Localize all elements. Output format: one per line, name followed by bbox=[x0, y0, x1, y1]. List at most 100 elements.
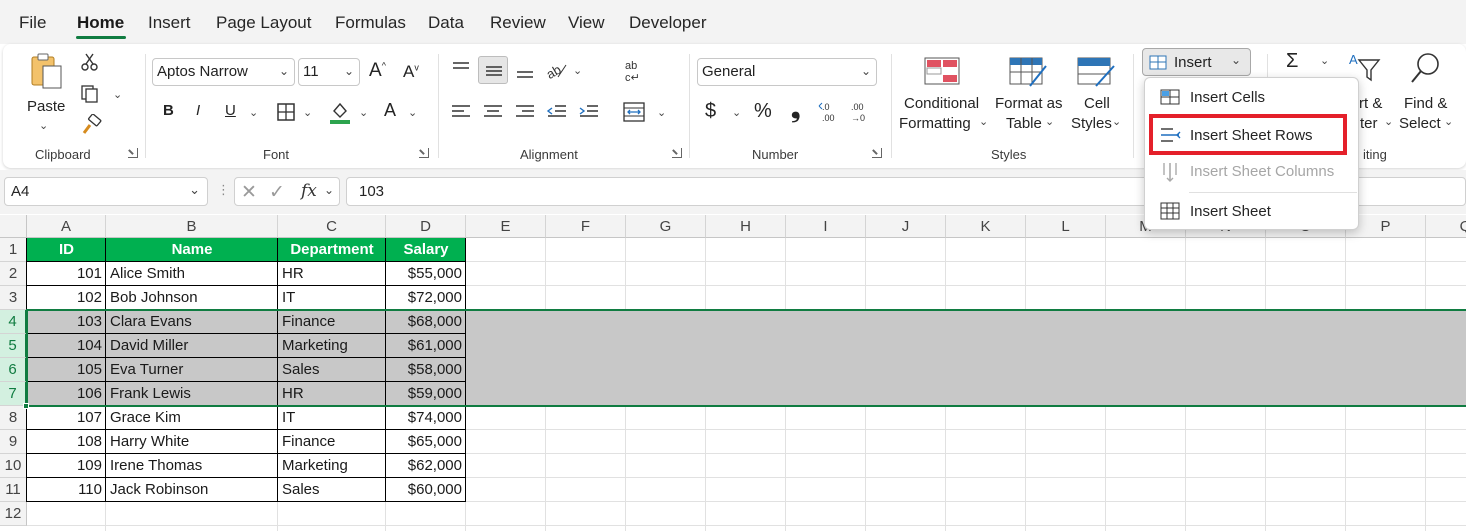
table-cell[interactable]: $65,000 bbox=[386, 430, 466, 454]
increase-indent-icon[interactable] bbox=[578, 102, 600, 127]
table-cell[interactable]: Marketing bbox=[278, 454, 386, 478]
table-header-cell[interactable]: Name bbox=[106, 238, 278, 262]
paste-icon[interactable] bbox=[27, 52, 65, 97]
column-header-q[interactable]: Q bbox=[1426, 215, 1466, 238]
enter-icon[interactable]: ✓ bbox=[269, 181, 285, 204]
table-cell[interactable]: 102 bbox=[27, 286, 106, 310]
clipboard-launcher-icon[interactable] bbox=[128, 148, 138, 158]
format-as-table-icon[interactable] bbox=[1008, 56, 1048, 93]
table-cell[interactable]: $72,000 bbox=[386, 286, 466, 310]
cell-styles-label-1[interactable]: Cell bbox=[1084, 95, 1110, 112]
more-options-icon[interactable]: ⋮ bbox=[217, 182, 230, 198]
row-header-9[interactable]: 9 bbox=[0, 430, 27, 454]
table-cell[interactable]: HR bbox=[278, 262, 386, 286]
decrease-font-icon[interactable]: Av bbox=[403, 62, 419, 82]
table-cell[interactable]: $55,000 bbox=[386, 262, 466, 286]
name-box[interactable]: A4 ⌄ bbox=[4, 177, 208, 206]
table-cell[interactable]: Grace Kim bbox=[106, 406, 278, 430]
table-cell[interactable]: Alice Smith bbox=[106, 262, 278, 286]
table-cell[interactable]: 108 bbox=[27, 430, 106, 454]
insert-button[interactable]: Insert ⌄ bbox=[1142, 48, 1251, 76]
font-launcher-icon[interactable] bbox=[419, 148, 429, 158]
table-cell[interactable]: Finance bbox=[278, 430, 386, 454]
column-header-a[interactable]: A bbox=[27, 215, 106, 238]
conditional-formatting-label-1[interactable]: Conditional bbox=[904, 95, 979, 112]
align-top-icon[interactable] bbox=[450, 60, 472, 83]
column-header-j[interactable]: J bbox=[866, 215, 946, 238]
row-header-12[interactable]: 12 bbox=[0, 502, 27, 526]
sort-filter-dropdown-icon[interactable]: ⌄ bbox=[1384, 115, 1393, 128]
row-header-3[interactable]: 3 bbox=[0, 286, 27, 310]
table-cell[interactable]: IT bbox=[278, 286, 386, 310]
paste-button[interactable]: Paste bbox=[27, 98, 65, 115]
format-painter-icon[interactable] bbox=[80, 113, 102, 141]
find-select-label-1[interactable]: Find & bbox=[1404, 95, 1447, 112]
tab-insert[interactable]: Insert bbox=[148, 13, 191, 33]
row-header-2[interactable]: 2 bbox=[0, 262, 27, 286]
percent-button[interactable]: % bbox=[754, 100, 772, 123]
table-cell[interactable]: $74,000 bbox=[386, 406, 466, 430]
row-header-4[interactable]: 4 bbox=[0, 310, 27, 334]
menu-item-insert-cells[interactable]: Insert Cells bbox=[1145, 80, 1358, 114]
italic-button[interactable]: I bbox=[196, 102, 200, 119]
copy-icon[interactable] bbox=[80, 84, 102, 109]
cut-icon[interactable] bbox=[80, 52, 100, 77]
table-cell[interactable]: Jack Robinson bbox=[106, 478, 278, 502]
cell-styles-icon[interactable] bbox=[1076, 56, 1116, 93]
column-header-i[interactable]: I bbox=[786, 215, 866, 238]
row-header-1[interactable]: 1 bbox=[0, 238, 27, 262]
column-header-k[interactable]: K bbox=[946, 215, 1026, 238]
wrap-text-icon[interactable]: ab c↵ bbox=[623, 58, 647, 89]
align-middle-icon[interactable] bbox=[478, 56, 508, 84]
chevron-down-icon[interactable]: ⌄ bbox=[324, 183, 334, 197]
select-all-corner[interactable] bbox=[0, 215, 27, 238]
table-cell[interactable]: Harry White bbox=[106, 430, 278, 454]
table-cell[interactable]: Bob Johnson bbox=[106, 286, 278, 310]
table-header-cell[interactable]: ID bbox=[27, 238, 106, 262]
tab-developer[interactable]: Developer bbox=[629, 13, 707, 33]
currency-dropdown-icon[interactable]: ⌄ bbox=[732, 106, 741, 119]
table-cell[interactable]: 110 bbox=[27, 478, 106, 502]
row-header-5[interactable]: 5 bbox=[0, 334, 27, 358]
copy-dropdown-icon[interactable]: ⌄ bbox=[113, 88, 122, 101]
table-header-cell[interactable]: Department bbox=[278, 238, 386, 262]
table-cell[interactable]: $60,000 bbox=[386, 478, 466, 502]
table-cell[interactable]: 107 bbox=[27, 406, 106, 430]
format-as-table-dropdown-icon[interactable]: ⌄ bbox=[1045, 115, 1054, 128]
format-as-table-label-1[interactable]: Format as bbox=[995, 95, 1063, 112]
cell-styles-label-2[interactable]: Styles bbox=[1071, 115, 1112, 132]
bold-button[interactable]: B bbox=[163, 102, 174, 119]
align-left-icon[interactable] bbox=[450, 102, 472, 127]
conditional-formatting-label-2[interactable]: Formatting bbox=[899, 115, 971, 132]
table-cell[interactable]: IT bbox=[278, 406, 386, 430]
column-header-c[interactable]: C bbox=[278, 215, 386, 238]
alignment-launcher-icon[interactable] bbox=[672, 148, 682, 158]
menu-item-insert-sheet[interactable]: Insert Sheet bbox=[1145, 194, 1358, 228]
autosum-dropdown-icon[interactable]: ⌄ bbox=[1320, 54, 1329, 67]
number-launcher-icon[interactable] bbox=[872, 148, 882, 158]
column-header-f[interactable]: F bbox=[546, 215, 626, 238]
autosum-icon[interactable]: Σ bbox=[1286, 50, 1298, 73]
underline-dropdown-icon[interactable]: ⌄ bbox=[249, 106, 258, 119]
comma-style-button[interactable]: ❟ bbox=[791, 96, 800, 124]
column-header-d[interactable]: D bbox=[386, 215, 466, 238]
currency-button[interactable]: $ bbox=[705, 100, 716, 123]
tab-review[interactable]: Review bbox=[490, 13, 546, 33]
table-cell[interactable]: 109 bbox=[27, 454, 106, 478]
column-header-b[interactable]: B bbox=[106, 215, 278, 238]
table-cell[interactable]: Sales bbox=[278, 478, 386, 502]
tab-page-layout[interactable]: Page Layout bbox=[216, 13, 311, 33]
number-format-combo[interactable]: General ⌄ bbox=[697, 58, 877, 86]
align-right-icon[interactable] bbox=[514, 102, 536, 127]
table-cell[interactable]: Irene Thomas bbox=[106, 454, 278, 478]
align-center-icon[interactable] bbox=[482, 102, 504, 127]
tab-formulas[interactable]: Formulas bbox=[335, 13, 406, 33]
align-bottom-icon[interactable] bbox=[514, 64, 536, 87]
row-header-11[interactable]: 11 bbox=[0, 478, 27, 502]
underline-button[interactable]: U bbox=[225, 102, 236, 119]
font-name-combo[interactable]: Aptos Narrow ⌄ bbox=[152, 58, 295, 86]
tab-view[interactable]: View bbox=[568, 13, 605, 33]
row-header-10[interactable]: 10 bbox=[0, 454, 27, 478]
font-size-combo[interactable]: 11 ⌄ bbox=[298, 58, 360, 86]
paste-dropdown-icon[interactable]: ⌄ bbox=[39, 119, 48, 132]
